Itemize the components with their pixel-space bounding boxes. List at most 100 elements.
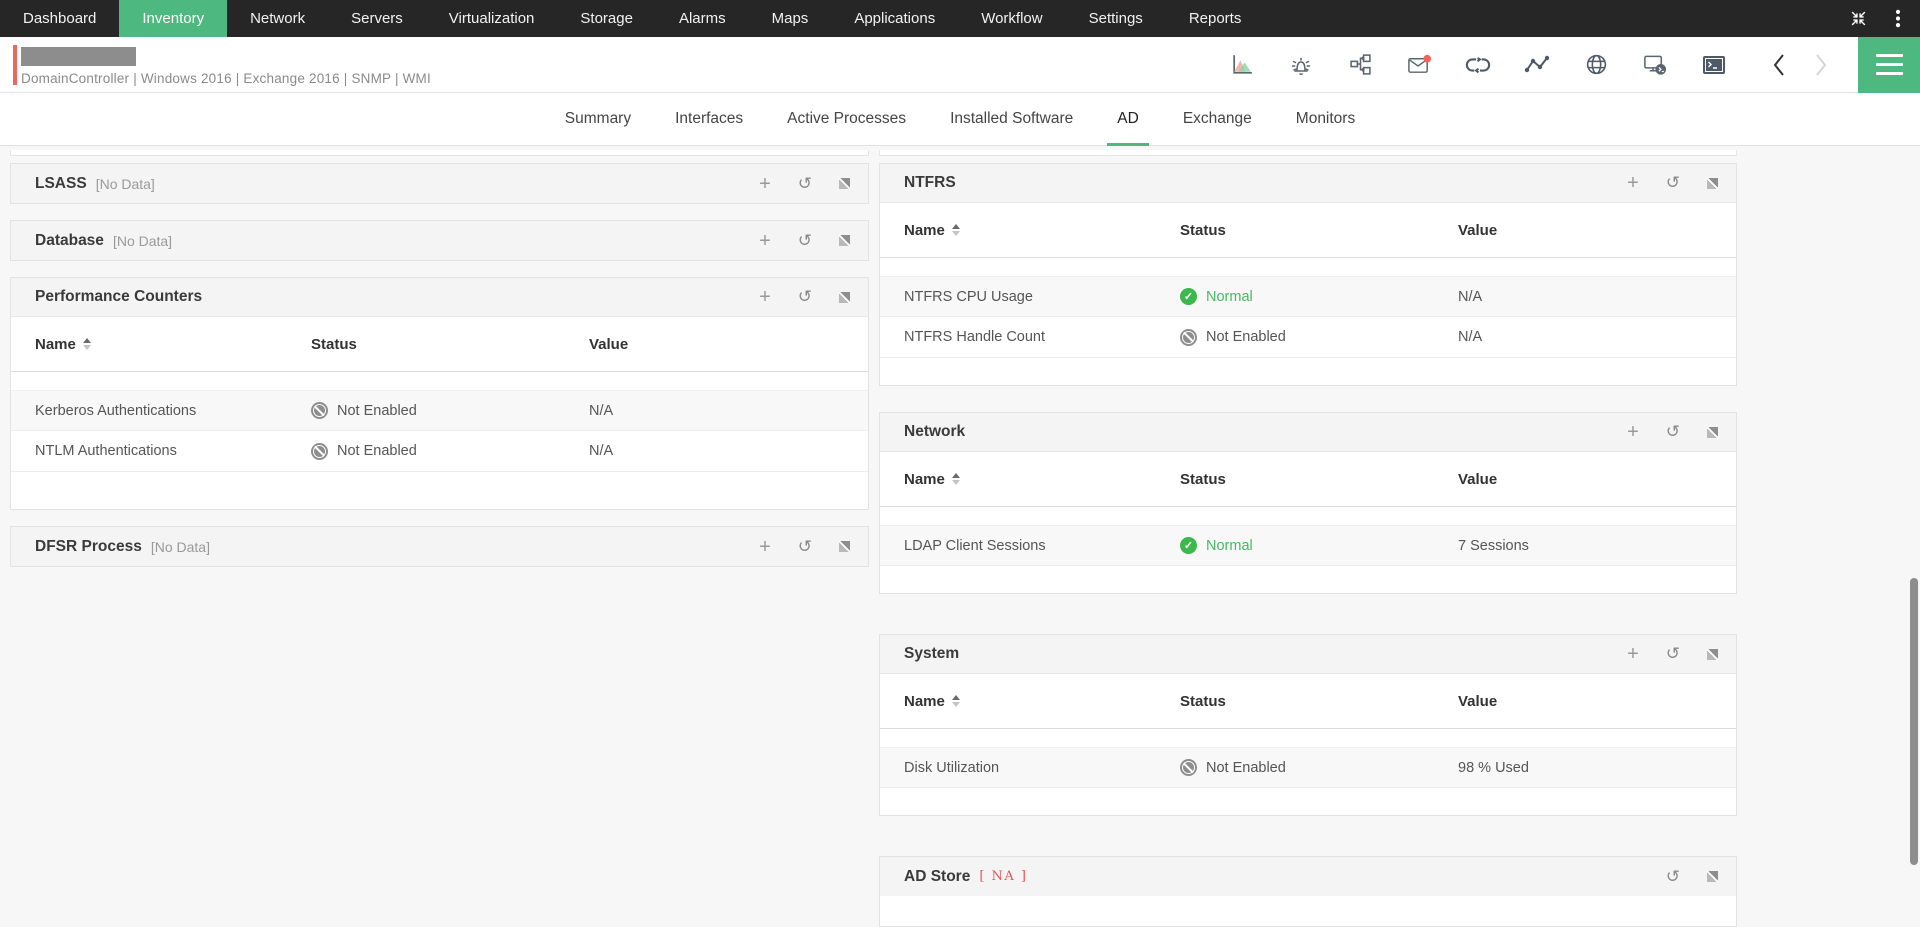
refresh-icon[interactable]: ↺ — [798, 231, 812, 250]
refresh-icon[interactable]: ↺ — [1666, 174, 1680, 192]
tab-ad[interactable]: AD — [1105, 93, 1151, 146]
add-monitor-icon[interactable]: + — [1627, 644, 1639, 664]
nav-item-virtualization[interactable]: Virtualization — [426, 0, 558, 37]
monitor-value: N/A — [589, 402, 614, 419]
refresh-icon[interactable]: ↺ — [1666, 867, 1680, 886]
alarm-bell-icon[interactable] — [1288, 52, 1314, 78]
kebab-menu-icon[interactable] — [1890, 9, 1906, 28]
split-square-icon[interactable] — [839, 541, 850, 552]
nav-item-alarms[interactable]: Alarms — [656, 0, 749, 37]
monitor-name: LDAP Client Sessions — [904, 537, 1046, 554]
tab-monitors[interactable]: Monitors — [1284, 93, 1367, 145]
tab-interfaces[interactable]: Interfaces — [663, 93, 755, 145]
nav-item-storage[interactable]: Storage — [557, 0, 656, 37]
status-text: Not Enabled — [1206, 759, 1286, 776]
panel-title: NTFRS — [904, 174, 956, 191]
ad-store-body — [880, 896, 1736, 926]
table-header: Name Status Value — [880, 203, 1736, 258]
sort-icon — [82, 338, 91, 350]
add-monitor-icon[interactable]: + — [759, 231, 771, 251]
sort-icon — [951, 473, 960, 485]
status-text: Not Enabled — [1206, 329, 1286, 345]
table-row: NTFRS CPU Usage ✓ Normal N/A — [880, 276, 1736, 317]
workflow-icon[interactable] — [1347, 52, 1373, 78]
panel-dfsr-process: DFSR Process [No Data] + ↺ — [10, 526, 869, 567]
sort-icon — [951, 695, 960, 707]
device-tabs: Summary Interfaces Active Processes Inst… — [0, 93, 1920, 146]
remote-desktop-icon[interactable] — [1642, 52, 1668, 78]
tab-active-processes[interactable]: Active Processes — [775, 93, 918, 145]
status-text: Not Enabled — [337, 443, 417, 459]
panel-performance-counters: Performance Counters + ↺ Name Status Val… — [10, 277, 869, 510]
monitor-name: NTFRS CPU Usage — [904, 288, 1033, 305]
split-square-icon[interactable] — [1707, 177, 1718, 189]
nav-item-dashboard[interactable]: Dashboard — [0, 0, 119, 37]
panel-title: System — [904, 645, 960, 662]
mail-notification-icon[interactable] — [1406, 52, 1432, 78]
refresh-icon[interactable]: ↺ — [798, 288, 812, 306]
nav-item-workflow[interactable]: Workflow — [958, 0, 1065, 37]
column-name-sortable[interactable]: Name — [904, 693, 1180, 710]
column-value: Value — [1458, 470, 1498, 488]
panel-title: Performance Counters — [35, 288, 203, 305]
column-name-sortable[interactable]: Name — [35, 336, 311, 353]
add-monitor-icon[interactable]: + — [759, 537, 771, 557]
add-monitor-icon[interactable]: + — [759, 287, 771, 307]
column-name-sortable[interactable]: Name — [904, 222, 1180, 239]
vertical-scrollbar-thumb[interactable] — [1910, 578, 1918, 865]
panel-system: System + ↺ Name Status Value Disk Utiliz… — [879, 634, 1737, 816]
refresh-icon[interactable]: ↺ — [798, 537, 812, 556]
globe-icon[interactable] — [1583, 52, 1609, 78]
chevron-right-icon[interactable] — [1808, 52, 1834, 78]
no-data-badge: [No Data] — [95, 175, 155, 192]
collapse-icon[interactable] — [1849, 9, 1868, 28]
column-value: Value — [1458, 221, 1498, 239]
add-monitor-icon[interactable]: + — [1627, 422, 1639, 442]
nav-item-maps[interactable]: Maps — [749, 0, 832, 37]
terminal-icon[interactable] — [1701, 52, 1727, 78]
device-subtitle: DomainController | Windows 2016 | Exchan… — [21, 70, 431, 86]
column-status: Status — [1180, 221, 1226, 239]
refresh-icon[interactable]: ↺ — [798, 174, 812, 193]
monitor-value: N/A — [1458, 329, 1483, 345]
monitor-name: Disk Utilization — [904, 759, 1000, 776]
table-row: Kerberos Authentications Not Enabled N/A — [11, 390, 868, 431]
device-toolbar — [1229, 52, 1834, 78]
device-header-bar: DomainController | Windows 2016 | Exchan… — [0, 36, 1920, 93]
add-monitor-icon[interactable]: + — [759, 174, 771, 194]
nav-item-inventory[interactable]: Inventory — [119, 0, 228, 37]
column-status: Status — [1180, 692, 1226, 710]
refresh-icon[interactable]: ↺ — [1666, 423, 1680, 441]
split-square-icon[interactable] — [1707, 648, 1718, 660]
column-name-sortable[interactable]: Name — [904, 471, 1180, 488]
nav-item-network[interactable]: Network — [227, 0, 328, 37]
performance-chart-icon[interactable] — [1229, 52, 1255, 78]
split-square-icon[interactable] — [1707, 871, 1718, 882]
tab-installed-software[interactable]: Installed Software — [938, 93, 1085, 145]
status-disabled-icon — [311, 442, 328, 460]
sparkline-icon[interactable] — [1524, 52, 1550, 78]
tab-summary[interactable]: Summary — [553, 93, 643, 145]
device-name-redacted — [21, 46, 136, 66]
nav-item-reports[interactable]: Reports — [1166, 0, 1265, 37]
refresh-icon[interactable]: ↺ — [1666, 645, 1680, 663]
panel-network: Network + ↺ Name Status Value LDAP Clien… — [879, 412, 1737, 594]
column-value: Value — [1458, 692, 1498, 710]
split-square-icon[interactable] — [839, 178, 850, 189]
nav-item-applications[interactable]: Applications — [831, 0, 958, 37]
panel-ntfrs: NTFRS + ↺ Name Status Value NTFRS CPU Us… — [879, 163, 1737, 386]
split-square-icon[interactable] — [839, 235, 850, 246]
nav-item-settings[interactable]: Settings — [1066, 0, 1166, 37]
status-disabled-icon — [1180, 759, 1197, 776]
tab-exchange[interactable]: Exchange — [1171, 93, 1264, 145]
split-square-icon[interactable] — [839, 291, 850, 303]
link-chain-icon[interactable] — [1465, 52, 1491, 78]
hamburger-menu-button[interactable] — [1858, 36, 1920, 93]
chevron-left-icon[interactable] — [1766, 52, 1792, 78]
add-monitor-icon[interactable]: + — [1627, 173, 1639, 193]
panel-title: DFSR Process — [35, 537, 142, 555]
panel-database: Database [No Data] + ↺ — [10, 220, 869, 261]
monitor-name: NTLM Authentications — [35, 443, 177, 459]
nav-item-servers[interactable]: Servers — [328, 0, 426, 37]
split-square-icon[interactable] — [1707, 426, 1718, 438]
